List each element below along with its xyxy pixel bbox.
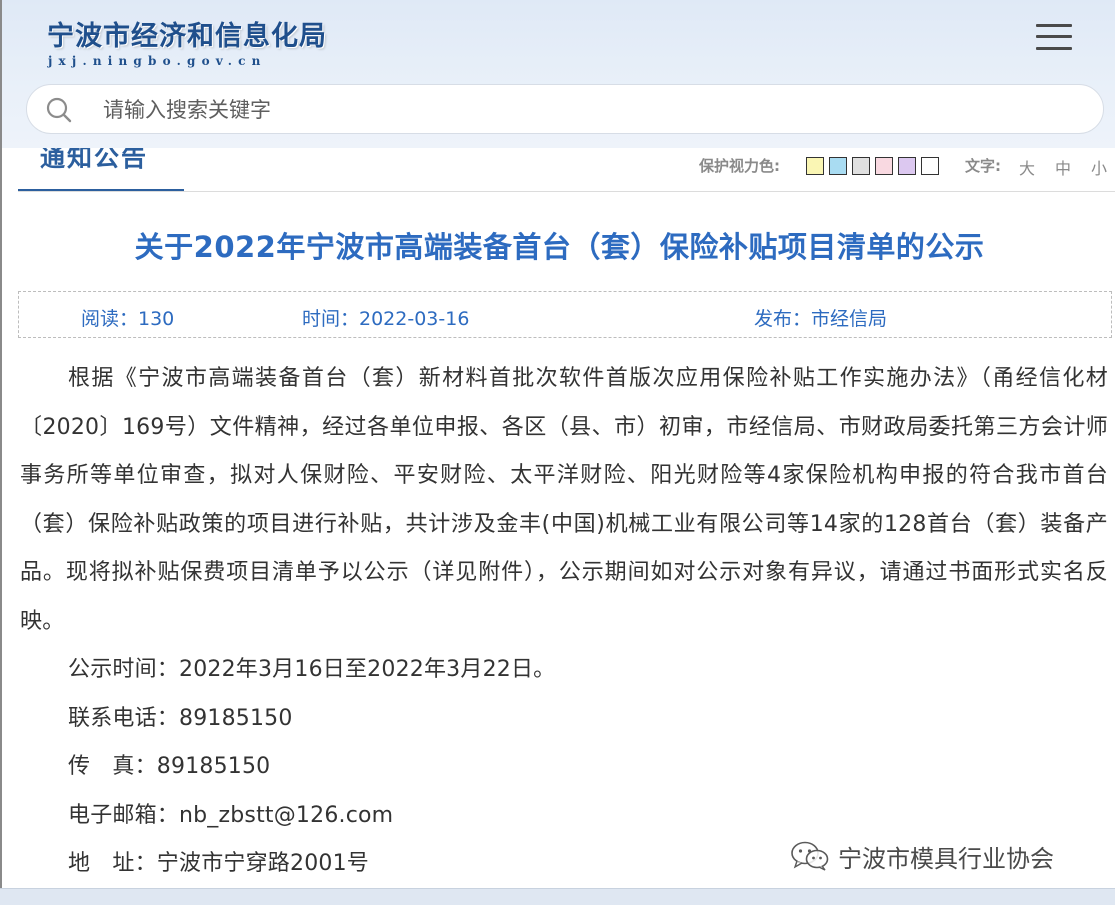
- wechat-icon: [791, 841, 829, 871]
- wechat-watermark: 宁波市模具行业协会: [790, 836, 1054, 876]
- bottom-bar: [0, 888, 1115, 905]
- site-logo-domain: jxj.ningbo.gov.cn: [48, 54, 267, 68]
- eye-care-color-options: [806, 157, 939, 177]
- contact-email: 电子邮箱：nb_zbstt@126.com: [68, 802, 394, 828]
- watermark-text: 宁波市模具行业协会: [838, 844, 1054, 873]
- text-size-large[interactable]: 大: [1019, 155, 1035, 179]
- color-swatch-white[interactable]: [921, 157, 939, 175]
- color-swatch-purple[interactable]: [898, 157, 916, 175]
- article-meta: 阅读：130 时间：2022-03-16 发布：市经信局: [18, 291, 1112, 338]
- tab-notices-label: 通知公告: [40, 148, 149, 172]
- site-logo-name[interactable]: 宁波市经济和信息化局: [47, 14, 327, 53]
- article-area: 通知公告 保护视力色: 文字: 大 中 小 关于2022年宁波市高端装备首台（套…: [0, 148, 1115, 888]
- publish-time: 时间：2022-03-16: [302, 308, 470, 330]
- article-body: 根据《宁波市高端装备首台（套）新材料首批次软件首版次应用保险补贴工作实施办法》（…: [20, 355, 1108, 888]
- section-divider: [18, 191, 1115, 192]
- article-title: 关于2022年宁波市高端装备首台（套）保险补贴项目清单的公示: [134, 230, 985, 264]
- color-swatch-pink[interactable]: [875, 157, 893, 175]
- tab-notices[interactable]: 通知公告: [18, 148, 184, 192]
- publisher: 发布：市经信局: [754, 308, 888, 330]
- contact-fax: 传 真：89185150: [68, 754, 271, 779]
- body-paragraph: 根据《宁波市高端装备首台（套）新材料首批次软件首版次应用保险补贴工作实施办法》（…: [20, 366, 1108, 634]
- search-input[interactable]: [101, 93, 1065, 127]
- hamburger-menu-icon[interactable]: [1034, 22, 1074, 52]
- text-size-label: 文字:: [965, 157, 1001, 175]
- search-bar[interactable]: [26, 84, 1104, 134]
- contact-phone: 联系电话：89185150: [68, 705, 293, 731]
- view-count: 阅读：130: [81, 308, 175, 330]
- text-size-small[interactable]: 小: [1091, 155, 1107, 179]
- site-header: 宁波市经济和信息化局 jxj.ningbo.gov.cn: [0, 0, 1115, 148]
- text-size-medium[interactable]: 中: [1055, 155, 1071, 179]
- notice-period: 公示时间：2022年3月16日至2022年3月22日。: [68, 657, 556, 682]
- color-swatch-gray[interactable]: [852, 157, 870, 175]
- eye-care-label: 保护视力色:: [699, 157, 780, 175]
- color-swatch-yellow[interactable]: [806, 157, 824, 175]
- search-icon[interactable]: [45, 96, 73, 124]
- color-swatch-blue[interactable]: [829, 157, 847, 175]
